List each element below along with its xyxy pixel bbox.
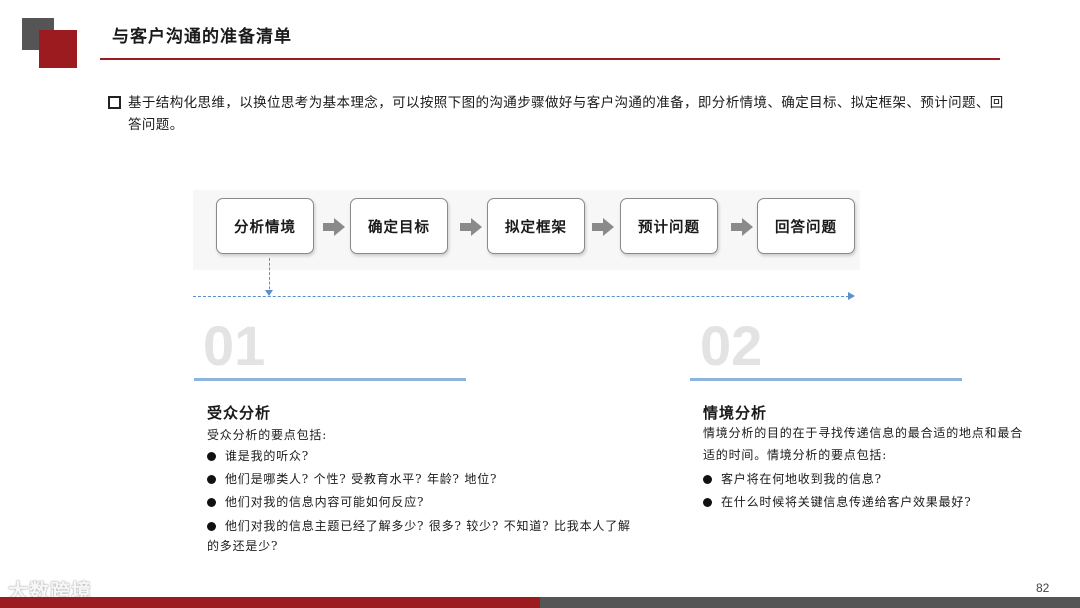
list-item: 在什么时候将关键信息传递给客户效果最好?	[703, 492, 1043, 512]
page-number: 82	[1036, 581, 1050, 595]
square-bullet-icon	[108, 96, 121, 109]
intro-text: 基于结构化思维，以换位思考为基本理念，可以按照下图的沟通步骤做好与客户沟通的准备…	[128, 95, 1004, 133]
section2-title: 情境分析	[703, 404, 768, 422]
arrow-head-icon	[848, 292, 855, 300]
bullet-dot-icon	[703, 475, 712, 484]
footer-bar-grey	[540, 597, 1080, 608]
footer-bar-red	[0, 597, 540, 608]
flow-dashed-connector	[269, 258, 270, 294]
flow-step-analyze-situation: 分析情境	[216, 198, 314, 254]
bullet-dot-icon	[207, 498, 216, 507]
flow-step-anticipate-questions: 预计问题	[620, 198, 718, 254]
arrow-right-icon	[592, 218, 614, 236]
section1-title: 受众分析	[207, 404, 272, 422]
bullet-dot-icon	[207, 452, 216, 461]
section1-intro: 受众分析的要点包括:	[207, 428, 328, 442]
section2-intro: 情境分析的目的在于寻找传递信息的最合适的地点和最合适的时间。情境分析的要点包括:	[703, 426, 1024, 462]
bullet-dot-icon	[703, 498, 712, 507]
bullet-dot-icon	[207, 475, 216, 484]
title-divider	[100, 58, 1000, 60]
logo-square-red	[39, 30, 77, 68]
section1-rule	[194, 378, 466, 381]
section2-rule	[690, 378, 962, 381]
list-item: 谁是我的听众?	[207, 446, 637, 466]
section1-number: 01	[203, 314, 266, 377]
list-item: 他们对我的信息内容可能如何反应?	[207, 492, 637, 512]
section2-number: 02	[700, 314, 763, 377]
arrow-right-icon	[323, 218, 345, 236]
flow-timeline-dashed	[193, 296, 849, 297]
list-item: 他们对我的信息主题已经了解多少? 很多? 较少? 不知道? 比我本人了解的多还是…	[207, 519, 631, 553]
arrow-right-icon	[731, 218, 753, 236]
list-item: 他们是哪类人? 个性? 受教育水平? 年龄? 地位?	[207, 469, 637, 489]
list-item: 客户将在何地收到我的信息?	[703, 469, 1043, 489]
flow-step-draft-framework: 拟定框架	[487, 198, 585, 254]
flow-step-set-goals: 确定目标	[350, 198, 448, 254]
arrow-right-icon	[460, 218, 482, 236]
flow-step-answer-questions: 回答问题	[757, 198, 855, 254]
bullet-dot-icon	[207, 522, 216, 531]
page-title: 与客户沟通的准备清单	[112, 27, 292, 47]
